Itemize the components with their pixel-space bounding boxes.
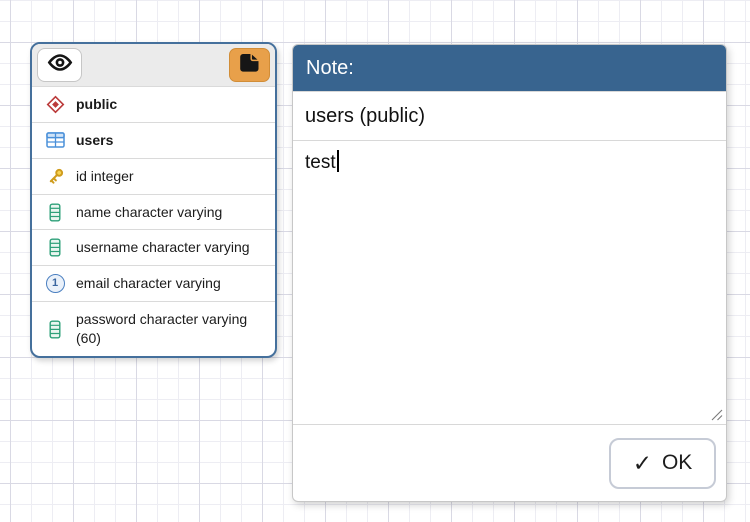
note-dialog-header: Note: — [293, 45, 726, 91]
unique-badge: 1 — [46, 274, 65, 293]
column-label: email character varying — [76, 274, 254, 293]
column-label: password character varying (60) — [76, 310, 254, 348]
column-row-password[interactable]: password character varying (60) — [32, 301, 275, 356]
table-node-users[interactable]: public users id integer — [30, 42, 277, 358]
column-label: id integer — [76, 167, 254, 186]
check-icon: ✓ — [633, 452, 652, 475]
primary-key-icon — [44, 167, 66, 186]
column-row-email[interactable]: 1 email character varying — [32, 265, 275, 301]
ok-button[interactable]: ✓ OK — [609, 438, 716, 489]
table-label: users — [76, 131, 254, 150]
note-dialog-title: Note: — [306, 57, 354, 80]
schema-row[interactable]: public — [32, 86, 275, 122]
column-icon — [44, 238, 66, 257]
note-icon — [239, 53, 260, 77]
column-label: name character varying — [76, 203, 254, 222]
eye-icon — [47, 54, 73, 76]
note-dialog-footer: ✓ OK — [293, 424, 726, 501]
text-cursor — [337, 150, 339, 172]
column-icon — [44, 320, 66, 339]
table-node-toolbar — [32, 44, 275, 86]
schema-label: public — [76, 95, 254, 114]
column-row-id[interactable]: id integer — [32, 158, 275, 194]
ok-button-label: OK — [662, 451, 692, 475]
table-icon — [44, 132, 66, 148]
note-textarea[interactable]: test — [293, 141, 726, 424]
table-name-row[interactable]: users — [32, 122, 275, 158]
resize-handle-icon[interactable] — [708, 406, 724, 422]
unique-icon: 1 — [44, 274, 66, 293]
column-icon — [44, 203, 66, 222]
note-dialog: Note: users (public) test ✓ OK — [292, 44, 727, 502]
show-details-button[interactable] — [37, 48, 82, 82]
column-label: username character varying — [76, 238, 254, 257]
note-text: test — [305, 152, 336, 173]
column-row-username[interactable]: username character varying — [32, 229, 275, 265]
note-dialog-subtitle: users (public) — [293, 91, 726, 141]
note-button[interactable] — [229, 48, 270, 82]
schema-icon — [44, 95, 66, 114]
column-row-name[interactable]: name character varying — [32, 194, 275, 230]
